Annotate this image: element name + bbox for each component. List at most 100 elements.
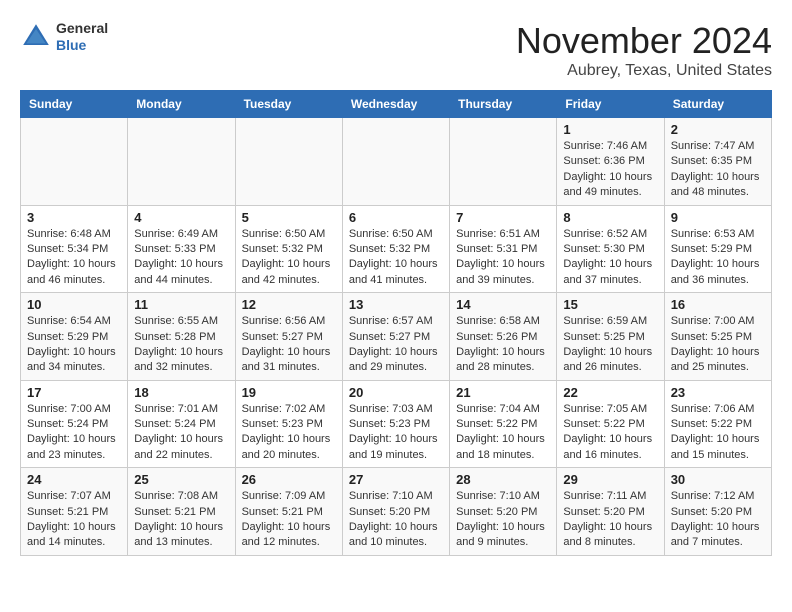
calendar-cell: 20Sunrise: 7:03 AM Sunset: 5:23 PM Dayli… <box>342 380 449 468</box>
month-title: November 2024 <box>516 20 772 62</box>
day-number: 2 <box>671 122 765 137</box>
day-number: 21 <box>456 385 550 400</box>
calendar-table: SundayMondayTuesdayWednesdayThursdayFrid… <box>20 90 772 556</box>
day-number: 5 <box>242 210 336 225</box>
calendar-cell: 25 Sunrise: 7:08 AM Sunset: 5:21 PM Dayli… <box>128 468 235 556</box>
calendar-week-1: 1Sunrise: 7:46 AM Sunset: 6:36 PM Daylig… <box>21 118 772 206</box>
day-number: 24 <box>27 472 121 487</box>
calendar-cell: 15Sunrise: 6:59 AM Sunset: 5:25 PM Dayli… <box>557 293 664 381</box>
calendar-cell: 12 Sunrise: 6:56 AM Sunset: 5:27 PM Dayli… <box>235 293 342 381</box>
calendar-cell <box>128 118 235 206</box>
calendar-cell <box>342 118 449 206</box>
day-number: 17 <box>27 385 121 400</box>
day-info: Sunrise: 7:00 AM Sunset: 5:24 PM Dayligh… <box>27 402 121 464</box>
calendar-cell: 1Sunrise: 7:46 AM Sunset: 6:36 PM Daylig… <box>557 118 664 206</box>
day-info: Sunrise: 7:08 AM Sunset: 5:21 PM Dayligh… <box>134 489 228 551</box>
day-info: Sunrise: 7:06 AM Sunset: 5:22 PM Dayligh… <box>671 402 765 464</box>
logo: General Blue <box>20 20 108 54</box>
day-number: 25 <box>134 472 228 487</box>
day-number: 7 <box>456 210 550 225</box>
day-info: Sunrise: 6:51 AM Sunset: 5:31 PM Dayligh… <box>456 227 550 289</box>
calendar-cell: 29 Sunrise: 7:11 AM Sunset: 5:20 PM Dayli… <box>557 468 664 556</box>
day-number: 22 <box>563 385 657 400</box>
day-info: Sunrise: 7:01 AM Sunset: 5:24 PM Dayligh… <box>134 402 228 464</box>
calendar-cell: 22 Sunrise: 7:05 AM Sunset: 5:22 PM Dayli… <box>557 380 664 468</box>
day-number: 4 <box>134 210 228 225</box>
calendar-cell: 10 Sunrise: 6:54 AM Sunset: 5:29 PM Dayli… <box>21 293 128 381</box>
weekday-header-friday: Friday <box>557 91 664 118</box>
calendar-cell: 18 Sunrise: 7:01 AM Sunset: 5:24 PM Dayli… <box>128 380 235 468</box>
day-info: Sunrise: 7:02 AM Sunset: 5:23 PM Dayligh… <box>242 402 336 464</box>
logo-icon <box>20 21 52 53</box>
title-block: November 2024 Aubrey, Texas, United Stat… <box>516 20 772 80</box>
page-header: General Blue November 2024 Aubrey, Texas… <box>20 20 772 80</box>
day-info: Sunrise: 7:04 AM Sunset: 5:22 PM Dayligh… <box>456 402 550 464</box>
day-info: Sunrise: 6:56 AM Sunset: 5:27 PM Dayligh… <box>242 314 336 376</box>
calendar-cell: 24 Sunrise: 7:07 AM Sunset: 5:21 PM Dayli… <box>21 468 128 556</box>
calendar-cell: 27Sunrise: 7:10 AM Sunset: 5:20 PM Dayli… <box>342 468 449 556</box>
day-number: 13 <box>349 297 443 312</box>
calendar-cell: 23 Sunrise: 7:06 AM Sunset: 5:22 PM Dayli… <box>664 380 771 468</box>
weekday-header-tuesday: Tuesday <box>235 91 342 118</box>
day-number: 8 <box>563 210 657 225</box>
day-number: 20 <box>349 385 443 400</box>
calendar-cell: 2Sunrise: 7:47 AM Sunset: 6:35 PM Daylig… <box>664 118 771 206</box>
day-number: 30 <box>671 472 765 487</box>
calendar-cell <box>21 118 128 206</box>
calendar-cell: 4Sunrise: 6:49 AM Sunset: 5:33 PM Daylig… <box>128 205 235 293</box>
day-info: Sunrise: 6:48 AM Sunset: 5:34 PM Dayligh… <box>27 227 121 289</box>
day-number: 27 <box>349 472 443 487</box>
day-info: Sunrise: 6:53 AM Sunset: 5:29 PM Dayligh… <box>671 227 765 289</box>
day-info: Sunrise: 6:57 AM Sunset: 5:27 PM Dayligh… <box>349 314 443 376</box>
day-info: Sunrise: 7:09 AM Sunset: 5:21 PM Dayligh… <box>242 489 336 551</box>
calendar-cell: 26Sunrise: 7:09 AM Sunset: 5:21 PM Dayli… <box>235 468 342 556</box>
day-number: 29 <box>563 472 657 487</box>
location: Aubrey, Texas, United States <box>516 62 772 80</box>
weekday-header-thursday: Thursday <box>450 91 557 118</box>
day-info: Sunrise: 7:00 AM Sunset: 5:25 PM Dayligh… <box>671 314 765 376</box>
day-number: 16 <box>671 297 765 312</box>
day-info: Sunrise: 7:07 AM Sunset: 5:21 PM Dayligh… <box>27 489 121 551</box>
weekday-header-saturday: Saturday <box>664 91 771 118</box>
calendar-cell: 14Sunrise: 6:58 AM Sunset: 5:26 PM Dayli… <box>450 293 557 381</box>
calendar-cell: 19 Sunrise: 7:02 AM Sunset: 5:23 PM Dayli… <box>235 380 342 468</box>
day-number: 18 <box>134 385 228 400</box>
calendar-cell: 7 Sunrise: 6:51 AM Sunset: 5:31 PM Daylig… <box>450 205 557 293</box>
calendar-week-2: 3Sunrise: 6:48 AM Sunset: 5:34 PM Daylig… <box>21 205 772 293</box>
calendar-week-3: 10 Sunrise: 6:54 AM Sunset: 5:29 PM Dayli… <box>21 293 772 381</box>
day-number: 19 <box>242 385 336 400</box>
calendar-cell: 3Sunrise: 6:48 AM Sunset: 5:34 PM Daylig… <box>21 205 128 293</box>
day-number: 10 <box>27 297 121 312</box>
calendar-cell: 28Sunrise: 7:10 AM Sunset: 5:20 PM Dayli… <box>450 468 557 556</box>
calendar-cell: 8 Sunrise: 6:52 AM Sunset: 5:30 PM Daylig… <box>557 205 664 293</box>
calendar-cell: 21 Sunrise: 7:04 AM Sunset: 5:22 PM Dayli… <box>450 380 557 468</box>
day-info: Sunrise: 7:05 AM Sunset: 5:22 PM Dayligh… <box>563 402 657 464</box>
weekday-header-monday: Monday <box>128 91 235 118</box>
day-number: 12 <box>242 297 336 312</box>
calendar-cell <box>235 118 342 206</box>
day-number: 23 <box>671 385 765 400</box>
calendar-cell <box>450 118 557 206</box>
day-info: Sunrise: 6:54 AM Sunset: 5:29 PM Dayligh… <box>27 314 121 376</box>
day-info: Sunrise: 7:11 AM Sunset: 5:20 PM Dayligh… <box>563 489 657 551</box>
weekday-header-wednesday: Wednesday <box>342 91 449 118</box>
day-info: Sunrise: 7:10 AM Sunset: 5:20 PM Dayligh… <box>456 489 550 551</box>
calendar-cell: 11Sunrise: 6:55 AM Sunset: 5:28 PM Dayli… <box>128 293 235 381</box>
weekday-header-sunday: Sunday <box>21 91 128 118</box>
logo-text: General Blue <box>56 20 108 54</box>
calendar-cell: 17 Sunrise: 7:00 AM Sunset: 5:24 PM Dayli… <box>21 380 128 468</box>
calendar-week-4: 17 Sunrise: 7:00 AM Sunset: 5:24 PM Dayli… <box>21 380 772 468</box>
calendar-cell: 9Sunrise: 6:53 AM Sunset: 5:29 PM Daylig… <box>664 205 771 293</box>
weekday-header-row: SundayMondayTuesdayWednesdayThursdayFrid… <box>21 91 772 118</box>
day-info: Sunrise: 6:55 AM Sunset: 5:28 PM Dayligh… <box>134 314 228 376</box>
day-info: Sunrise: 6:59 AM Sunset: 5:25 PM Dayligh… <box>563 314 657 376</box>
calendar-week-5: 24 Sunrise: 7:07 AM Sunset: 5:21 PM Dayli… <box>21 468 772 556</box>
day-info: Sunrise: 6:52 AM Sunset: 5:30 PM Dayligh… <box>563 227 657 289</box>
day-number: 6 <box>349 210 443 225</box>
day-info: Sunrise: 6:50 AM Sunset: 5:32 PM Dayligh… <box>242 227 336 289</box>
day-info: Sunrise: 6:50 AM Sunset: 5:32 PM Dayligh… <box>349 227 443 289</box>
calendar-cell: 16 Sunrise: 7:00 AM Sunset: 5:25 PM Dayli… <box>664 293 771 381</box>
calendar-cell: 5 Sunrise: 6:50 AM Sunset: 5:32 PM Daylig… <box>235 205 342 293</box>
calendar-body: 1Sunrise: 7:46 AM Sunset: 6:36 PM Daylig… <box>21 118 772 556</box>
day-info: Sunrise: 7:12 AM Sunset: 5:20 PM Dayligh… <box>671 489 765 551</box>
